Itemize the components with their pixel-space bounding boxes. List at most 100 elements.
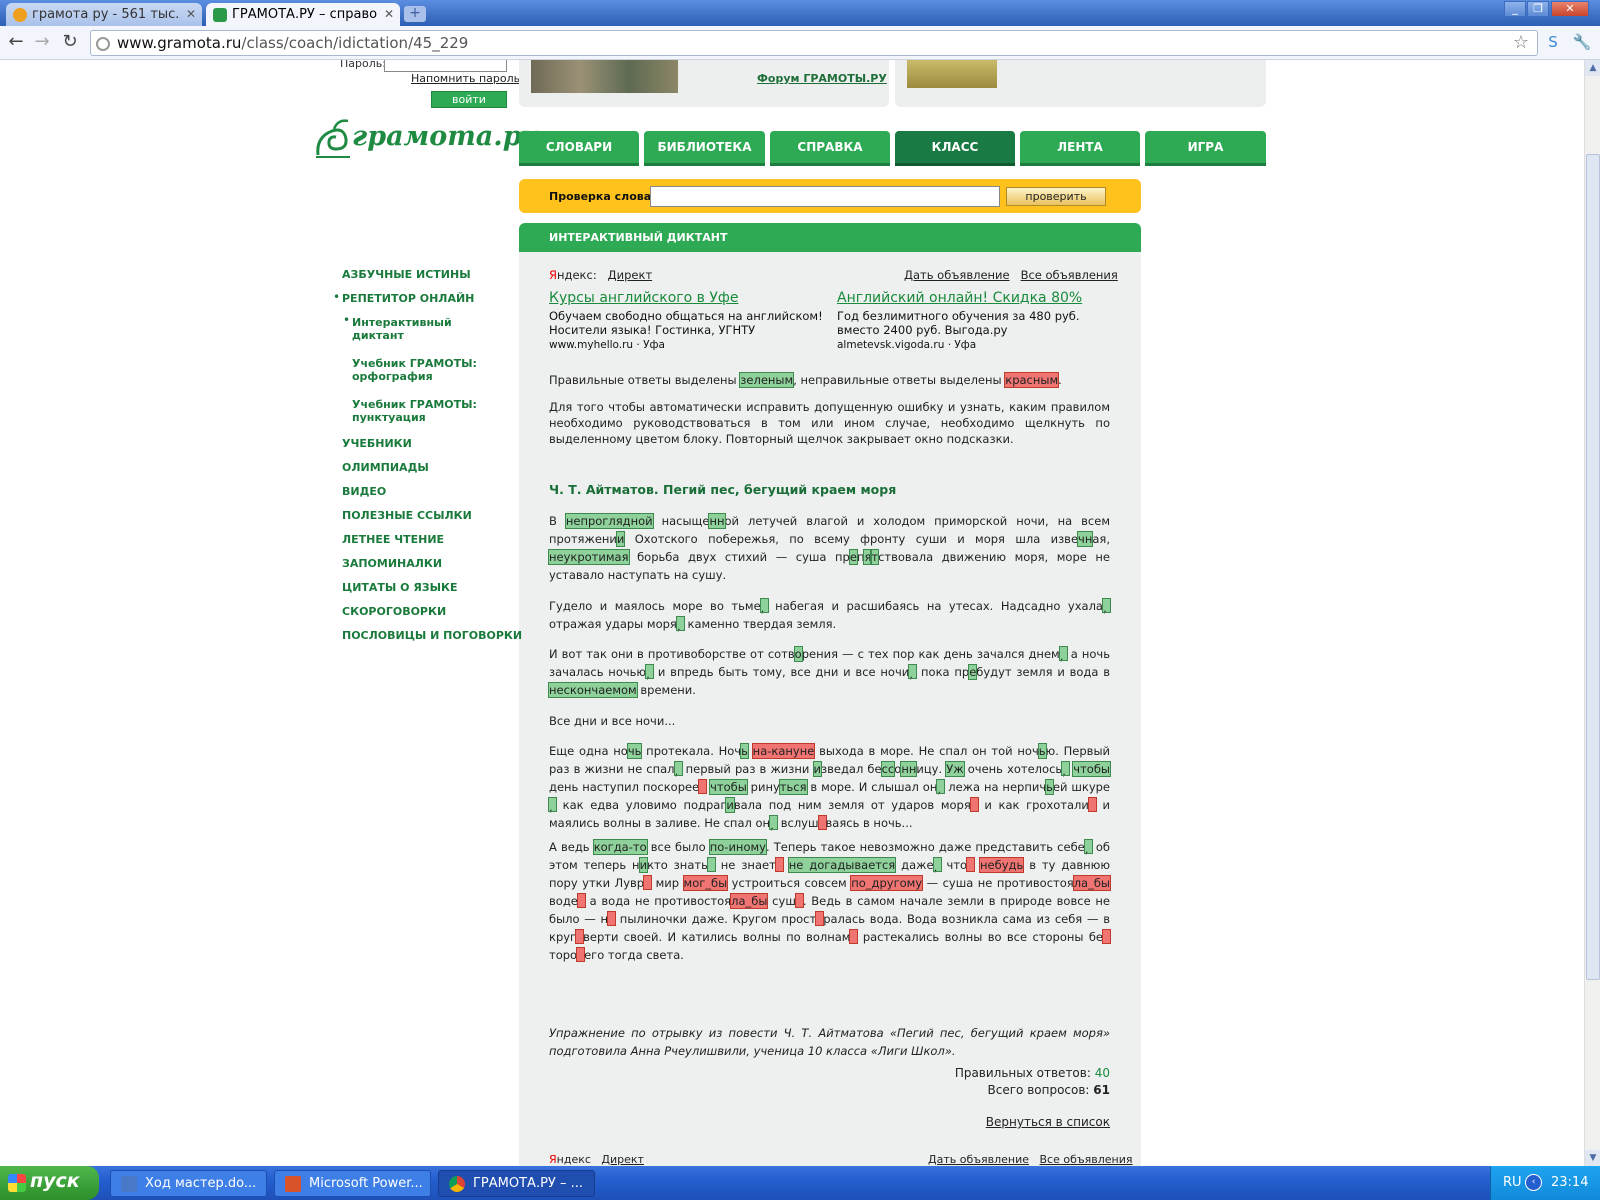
nav-slovari[interactable]: СЛОВАРИ: [519, 131, 639, 166]
answer-wrong[interactable]: [774, 857, 784, 872]
nav-lenta[interactable]: ЛЕНТА: [1020, 131, 1140, 166]
answer-correct[interactable]: нескончаемом: [548, 682, 638, 698]
vertical-scrollbar[interactable]: ▲ ▼: [1584, 60, 1600, 1166]
answer-wrong[interactable]: ла_бы: [1072, 875, 1112, 891]
minimize-window-button[interactable]: _: [1504, 1, 1526, 17]
answer-correct[interactable]: ться: [778, 779, 808, 795]
answer-correct[interactable]: ,: [673, 761, 683, 778]
browser-tab-gramota-search[interactable]: грамота ру - 561 тыс. ✕: [6, 3, 202, 26]
sidebar-item-poslovitsy[interactable]: ПОСЛОВИЦЫ И ПОГОВОРКИ: [342, 629, 522, 642]
answer-correct[interactable]: ,: [1058, 646, 1068, 663]
answer-wrong[interactable]: [698, 779, 708, 794]
promo-image[interactable]: [907, 60, 997, 88]
answer-correct[interactable]: ,: [769, 815, 779, 832]
login-button[interactable]: войти: [431, 91, 507, 108]
nav-klass[interactable]: КЛАСС: [895, 131, 1015, 166]
sidebar-item-repetitor[interactable]: РЕПЕТИТОР ОНЛАЙН: [342, 292, 474, 305]
answer-correct[interactable]: ,: [932, 857, 942, 874]
taskbar-item-powerpoint[interactable]: Microsoft Power...: [274, 1170, 431, 1197]
gramota-logo[interactable]: грамота.ру: [314, 117, 538, 161]
answer-correct[interactable]: ,: [908, 664, 918, 681]
answer-correct[interactable]: е: [848, 549, 858, 565]
answer-correct[interactable]: чь: [626, 743, 643, 759]
start-button[interactable]: пуск: [0, 1166, 99, 1200]
close-window-button[interactable]: ✕: [1551, 1, 1589, 17]
sidebar-item-interactive-dictation[interactable]: Интерактивный диктант: [352, 316, 462, 342]
password-input[interactable]: [384, 60, 507, 72]
answer-correct[interactable]: ь: [1045, 779, 1054, 795]
nav-biblioteka[interactable]: БИБЛИОТЕКА: [644, 131, 765, 166]
back-arrow-icon[interactable]: ←: [4, 31, 28, 55]
nav-spravka[interactable]: СПРАВКА: [770, 131, 890, 166]
answer-correct[interactable]: и: [812, 761, 823, 777]
answer-correct[interactable]: когда-то: [592, 839, 648, 855]
wrench-icon[interactable]: 🔧: [1572, 33, 1592, 53]
word-check-input[interactable]: [650, 186, 1000, 207]
answer-wrong[interactable]: [643, 875, 653, 890]
answer-correct[interactable]: чтобы: [709, 779, 748, 795]
sidebar-item-video[interactable]: ВИДЕО: [342, 485, 386, 498]
answer-correct[interactable]: и: [725, 797, 735, 813]
answer-wrong[interactable]: по_другому: [850, 875, 924, 891]
answer-wrong[interactable]: на-кануне: [751, 743, 816, 759]
language-indicator[interactable]: RU: [1503, 1175, 1522, 1190]
sidebar-item-summer-reading[interactable]: ЛЕТНЕЕ ЧТЕНИЕ: [342, 533, 444, 546]
maximize-window-button[interactable]: ❐: [1527, 1, 1549, 17]
answer-correct[interactable]: сс: [880, 761, 896, 777]
answer-correct[interactable]: т: [870, 549, 880, 565]
ad-url[interactable]: www.myhello.ru · Уфа: [549, 338, 829, 352]
answer-correct[interactable]: и: [615, 531, 626, 547]
answer-correct[interactable]: нн: [900, 761, 918, 777]
url-text[interactable]: www.gramota.ru/class/coach/idictation/45…: [117, 34, 468, 52]
all-ads-link[interactable]: Все объявления: [1040, 1153, 1133, 1166]
answer-correct[interactable]: неукротимая: [548, 549, 630, 565]
answer-correct[interactable]: ,: [548, 797, 557, 814]
new-tab-button[interactable]: +: [404, 6, 426, 22]
close-tab-icon[interactable]: ✕: [384, 7, 394, 21]
answer-correct[interactable]: [706, 857, 716, 872]
answer-wrong[interactable]: небудь: [979, 857, 1025, 873]
taskbar-item-chrome[interactable]: ГРАМОТА.РУ – ...: [438, 1170, 595, 1197]
close-tab-icon[interactable]: ✕: [186, 7, 196, 21]
answer-correct[interactable]: Уж: [945, 761, 965, 777]
answer-correct[interactable]: чн: [1077, 531, 1094, 547]
answer-correct[interactable]: ь: [740, 743, 749, 759]
answer-correct[interactable]: ,: [936, 779, 946, 796]
ad-title-link[interactable]: Английский онлайн! Скидка 80%: [837, 290, 1117, 306]
answer-wrong[interactable]: [817, 815, 827, 830]
forum-link[interactable]: Форум ГРАМОТЫ.РУ: [757, 72, 887, 85]
answer-correct[interactable]: е: [968, 664, 978, 680]
answer-correct[interactable]: ,: [1083, 839, 1093, 856]
answer-correct[interactable]: ,: [759, 598, 769, 615]
sidebar-item-punctuation[interactable]: Учебник ГРАМОТЫ: пунктуация: [352, 398, 492, 424]
sidebar-item-azbuchnye[interactable]: АЗБУЧНЫЕ ИСТИНЫ: [342, 268, 471, 281]
answer-wrong[interactable]: [575, 929, 585, 944]
check-word-button[interactable]: проверить: [1006, 187, 1106, 206]
answer-correct[interactable]: нн: [708, 513, 726, 529]
forward-arrow-icon[interactable]: →: [30, 31, 54, 55]
answer-correct[interactable]: непроглядной: [564, 513, 654, 529]
answer-wrong[interactable]: [607, 911, 617, 926]
sidebar-item-useful-links[interactable]: ПОЛЕЗНЫЕ ССЫЛКИ: [342, 509, 472, 522]
ad-title-link[interactable]: Курсы английского в Уфе: [549, 290, 829, 306]
sidebar-item-orthography[interactable]: Учебник ГРАМОТЫ: орфография: [352, 357, 492, 383]
address-bar[interactable]: www.gramota.ru/class/coach/idictation/45…: [90, 30, 1538, 56]
answer-correct[interactable]: о: [793, 646, 803, 662]
scroll-up-icon[interactable]: ▲: [1585, 60, 1600, 76]
answer-correct[interactable]: не догадывается: [787, 857, 897, 873]
answer-correct[interactable]: по-иному: [708, 839, 767, 855]
answer-correct[interactable]: ,: [1101, 598, 1111, 615]
answer-wrong[interactable]: ла_бы: [730, 893, 769, 909]
answer-correct[interactable]: и: [638, 857, 649, 873]
post-ad-link[interactable]: Дать объявление: [928, 1153, 1029, 1166]
sidebar-item-skorogovorki[interactable]: СКОРОГОВОРКИ: [342, 605, 446, 618]
taskbar-item-word[interactable]: Ход мастер.do...: [110, 1170, 267, 1197]
sidebar-item-olimpiady[interactable]: ОЛИМПИАДЫ: [342, 461, 429, 474]
remind-password-link[interactable]: Напомнить пароль: [411, 72, 520, 85]
answer-wrong[interactable]: [966, 857, 976, 872]
answer-wrong[interactable]: [1087, 797, 1097, 812]
answer-wrong[interactable]: [969, 797, 979, 812]
answer-wrong[interactable]: [815, 911, 825, 926]
sidebar-item-zapominalki[interactable]: ЗАПОМИНАЛКИ: [342, 557, 442, 570]
answer-wrong[interactable]: [794, 893, 804, 908]
